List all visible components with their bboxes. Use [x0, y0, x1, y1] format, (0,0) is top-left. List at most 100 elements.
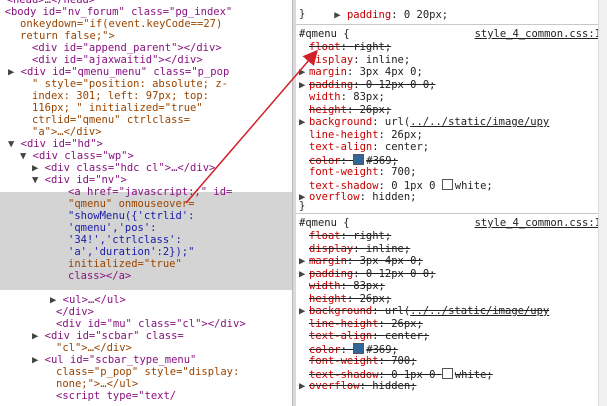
prop-name[interactable]: text-align: [309, 330, 372, 342]
expand-triangle-icon[interactable]: ▶: [334, 9, 347, 21]
prop-name[interactable]: padding: [347, 9, 391, 21]
styles-scrollbar[interactable]: [598, 0, 607, 406]
prop-name[interactable]: padding: [309, 79, 353, 91]
css-property[interactable]: ▶ margin: 3px 4px 0;: [299, 66, 423, 79]
prop-name[interactable]: float: [309, 41, 341, 53]
dom-line[interactable]: </div>: [56, 306, 94, 318]
css-property[interactable]: height: 26px;: [309, 104, 391, 117]
dom-line[interactable]: ▶ <ul>…</ul>: [50, 294, 126, 306]
expand-triangle-icon[interactable]: ▶: [299, 305, 305, 318]
prop-value[interactable]: 700;: [391, 166, 416, 178]
prop-name[interactable]: margin: [309, 255, 347, 267]
dom-line[interactable]: '34!','ctrlclass':: [68, 234, 182, 246]
prop-name[interactable]: color: [309, 344, 341, 356]
dom-line[interactable]: ▶ <ul id="scbar_type_menu": [32, 354, 196, 366]
prop-value[interactable]: 0 20px;: [404, 9, 448, 21]
rule1-selector[interactable]: #qmenu {: [299, 28, 350, 41]
dom-line[interactable]: 'a','duration':2});": [68, 246, 194, 258]
collapse-triangle-icon[interactable]: ▼: [8, 138, 21, 150]
dom-line[interactable]: none;">…</ul>: [56, 378, 138, 390]
prop-value[interactable]: inline;: [366, 54, 410, 66]
dom-line[interactable]: " style="position: absolute; z-: [32, 78, 228, 90]
dom-line[interactable]: 'qmenu','pos':: [68, 222, 157, 234]
dom-line[interactable]: index: 301; left: 97px; top:: [32, 90, 209, 102]
prop-name[interactable]: display: [309, 54, 353, 66]
dom-line[interactable]: <div id="append_parent"></div>: [32, 42, 222, 54]
expand-triangle-icon[interactable]: ▶: [32, 162, 45, 174]
css-property[interactable]: ▶ overflow: hidden;: [299, 191, 417, 204]
prop-name[interactable]: width: [309, 280, 341, 292]
expand-triangle-icon[interactable]: ▶: [299, 66, 305, 79]
prop-value[interactable]: url(../../static/image/upy: [385, 116, 549, 128]
expand-triangle-icon[interactable]: ▶: [299, 79, 305, 92]
dom-line[interactable]: ▼ <body id="nv_forum" class="pg_index": [0, 6, 233, 18]
prop-value[interactable]: center;: [385, 330, 429, 342]
prop-name[interactable]: margin: [309, 66, 347, 78]
prop-value[interactable]: 26px;: [391, 318, 423, 330]
expand-triangle-icon[interactable]: ▶: [50, 294, 63, 306]
css-property[interactable]: ▶ background: url(../../static/image/upy: [299, 116, 549, 129]
dom-line[interactable]: class></a>: [68, 270, 131, 282]
css-property[interactable]: float: right;: [309, 41, 391, 54]
prop-value[interactable]: #369;: [366, 344, 398, 356]
prop-name[interactable]: line-height: [309, 129, 379, 141]
resource-link[interactable]: ../../static/image/upy: [410, 305, 549, 317]
elements-panel[interactable]: ▶ <head>…</head>▼ <body id="nv_forum" cl…: [0, 0, 292, 406]
color-swatch-icon[interactable]: [353, 342, 365, 354]
prop-value[interactable]: #369;: [366, 155, 398, 167]
expand-triangle-icon[interactable]: ▶: [8, 66, 21, 78]
dom-line[interactable]: "showMenu({'ctrlid':: [68, 210, 194, 222]
prop-name[interactable]: overflow: [309, 380, 360, 392]
css-property[interactable]: ▶ padding: 0 12px 0 0;: [299, 268, 436, 281]
prop-name[interactable]: text-align: [309, 141, 372, 153]
rule2-source-link[interactable]: style_4_common.css:1: [475, 217, 601, 230]
prop-value[interactable]: 26px;: [391, 129, 423, 141]
prop-name[interactable]: background: [309, 305, 372, 317]
color-swatch-icon[interactable]: [441, 178, 453, 190]
dom-line[interactable]: <script type="text/: [56, 390, 176, 402]
css-property[interactable]: display: inline;: [309, 54, 410, 67]
prop-name[interactable]: height: [309, 104, 347, 116]
dom-line[interactable]: ▼ <div class="wp">: [20, 150, 134, 162]
prop-value[interactable]: 700;: [391, 355, 416, 367]
styles-panel[interactable]: ▶ padding: 0 20px; } #qmenu { style_4_co…: [295, 0, 607, 406]
css-property[interactable]: color: #369;: [309, 342, 398, 356]
css-property[interactable]: font-weight: 700;: [309, 355, 417, 368]
prop-value[interactable]: 83px;: [353, 280, 385, 292]
dom-line[interactable]: ▼ <div id="nv">: [32, 174, 127, 186]
prop-value[interactable]: inline;: [366, 243, 410, 255]
prop-value[interactable]: 26px;: [360, 293, 392, 305]
css-property[interactable]: text-shadow: 0 1px 0 white;: [309, 178, 493, 192]
dom-line[interactable]: "qmenu" onmouseover=: [68, 198, 194, 210]
dom-line[interactable]: initialized="true": [68, 258, 182, 270]
css-property[interactable]: line-height: 26px;: [309, 129, 423, 142]
dom-line[interactable]: class="p_pop" style="display:: [56, 366, 239, 378]
dom-line[interactable]: return false;">: [20, 30, 115, 42]
css-property[interactable]: ▶ background: url(../../static/image/upy: [299, 305, 549, 318]
dom-line[interactable]: 116px; " initialized="true": [32, 102, 203, 114]
css-property[interactable]: line-height: 26px;: [309, 318, 423, 331]
rule2-selector[interactable]: #qmenu {: [299, 217, 350, 230]
css-property[interactable]: height: 26px;: [309, 293, 391, 306]
prop-value[interactable]: 0 12px 0 0;: [366, 79, 436, 91]
prop-value[interactable]: 0 12px 0 0;: [366, 268, 436, 280]
css-property[interactable]: ▶ overflow: hidden;: [299, 380, 417, 393]
prop-value[interactable]: url(../../static/image/upy: [385, 305, 549, 317]
expand-triangle-icon[interactable]: ▶: [299, 268, 305, 281]
collapse-triangle-icon[interactable]: ▼: [32, 174, 45, 186]
dom-line[interactable]: ctrlid="qmenu" ctrlclass=: [32, 114, 190, 126]
prop-value[interactable]: 26px;: [360, 104, 392, 116]
css-property[interactable]: float: right;: [309, 230, 391, 243]
prop-name[interactable]: padding: [309, 268, 353, 280]
css-property[interactable]: text-align: center;: [309, 330, 429, 343]
prop-name[interactable]: width: [309, 91, 341, 103]
collapse-triangle-icon[interactable]: ▼: [20, 150, 33, 162]
css-property[interactable]: text-shadow: 0 1px 0 white;: [309, 367, 493, 381]
rule1-source-link[interactable]: style_4_common.css:1: [475, 28, 601, 41]
resource-link[interactable]: ../../static/image/upy: [410, 116, 549, 128]
css-property[interactable]: text-align: center;: [309, 141, 429, 154]
prop-value[interactable]: 3px 4px 0;: [360, 255, 423, 267]
prop-name[interactable]: overflow: [309, 191, 360, 203]
prop-name[interactable]: height: [309, 293, 347, 305]
css-property[interactable]: ▶ margin: 3px 4px 0;: [299, 255, 423, 268]
